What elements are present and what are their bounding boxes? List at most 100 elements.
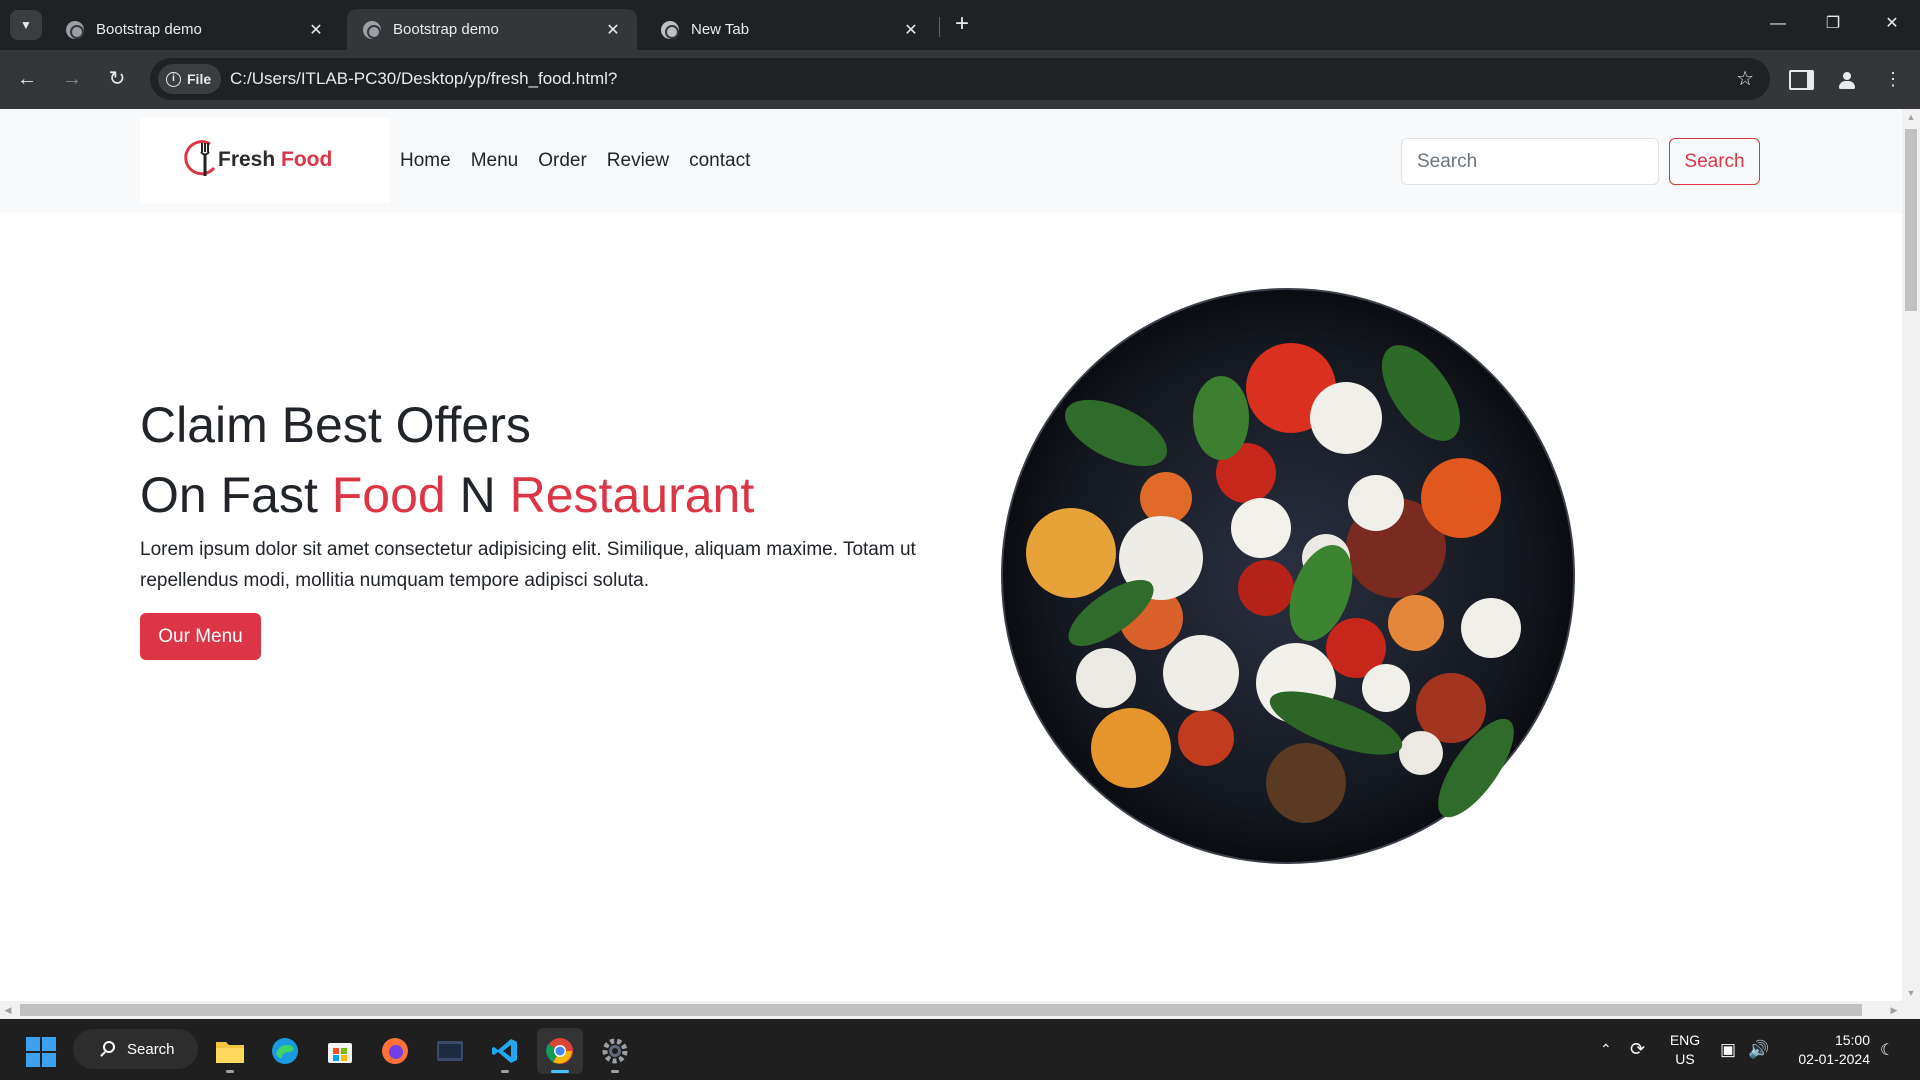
horizontal-scrollbar[interactable]: ◀ ▶ (0, 1001, 1902, 1019)
hero-heading-accent: Food (331, 467, 446, 523)
site-chip-label: File (187, 71, 212, 87)
chevron-up-icon: ⌃ (1600, 1041, 1612, 1057)
profile-icon (1838, 71, 1856, 90)
vscode-app[interactable] (482, 1028, 528, 1074)
globe-icon (66, 20, 84, 39)
gear-icon (602, 1038, 628, 1064)
nav-link-home[interactable]: Home (400, 150, 451, 172)
firefox-icon (382, 1038, 408, 1064)
address-bar[interactable]: i File C:/Users/ITLAB-PC30/Desktop/yp/fr… (150, 58, 1770, 100)
nav-link-menu[interactable]: Menu (471, 150, 519, 172)
tab-divider (939, 17, 940, 37)
vscode-icon (492, 1039, 517, 1063)
input-language[interactable]: ENG US (1668, 1031, 1702, 1069)
settings-app[interactable] (592, 1028, 638, 1074)
scroll-left-arrow-icon[interactable]: ◀ (0, 1001, 16, 1019)
hero-heading-text: N (459, 467, 496, 523)
moon-icon: ☾ (1880, 1041, 1895, 1059)
scroll-up-arrow-icon[interactable]: ▲ (1902, 109, 1920, 125)
page-viewport: Fresh Food Home Menu Order Review contac… (0, 109, 1902, 1001)
reload-button[interactable]: ↻ (100, 62, 134, 96)
hero-heading-accent: Restaurant (509, 467, 755, 523)
search-input[interactable] (1401, 138, 1659, 185)
scroll-right-arrow-icon[interactable]: ▶ (1886, 1001, 1902, 1019)
salad-plate-image (1001, 288, 1575, 864)
side-panel-icon (1789, 69, 1814, 89)
microsoft-store-app[interactable] (317, 1028, 363, 1074)
search-button[interactable]: Search (1669, 138, 1760, 185)
fork-logo-icon (184, 140, 216, 176)
firefox-app[interactable] (372, 1028, 418, 1074)
minimize-button[interactable]: — (1758, 10, 1798, 38)
vertical-scroll-thumb[interactable] (1905, 129, 1917, 311)
site-info-chip[interactable]: i File (158, 64, 222, 94)
taskbar-search-label: Search (127, 1040, 175, 1058)
system-clock[interactable]: 15:00 02-01-2024 (1780, 1031, 1870, 1069)
browser-tab-2[interactable]: Bootstrap demo ✕ (347, 9, 637, 50)
new-tab-button[interactable]: + (948, 11, 976, 39)
horizontal-scroll-thumb[interactable] (20, 1004, 1862, 1016)
close-icon[interactable]: ✕ (306, 20, 326, 40)
network-status[interactable]: ▣ (1720, 1019, 1736, 1080)
hero-heading-text: On Fast (140, 467, 318, 523)
windows-start-icon[interactable] (26, 1037, 56, 1067)
browser-toolbar: ← → ↻ i File C:/Users/ITLAB-PC30/Desktop… (0, 50, 1920, 109)
network-icon: ▣ (1720, 1039, 1737, 1059)
info-icon: i (166, 71, 181, 87)
hero-paragraph: Lorem ipsum dolor sit amet consectetur a… (140, 539, 916, 591)
brand-name-part2: Food (281, 148, 333, 171)
url-text[interactable]: C:/Users/ITLAB-PC30/Desktop/yp/fresh_foo… (230, 58, 617, 100)
clock-time: 15:00 (1834, 1032, 1870, 1048)
close-window-button[interactable]: ✕ (1872, 10, 1912, 38)
store-icon (328, 1043, 352, 1063)
chrome-icon (661, 20, 679, 39)
chrome-app[interactable] (537, 1028, 583, 1074)
scroll-down-arrow-icon[interactable]: ▼ (1902, 985, 1920, 1001)
nav-link-order[interactable]: Order (538, 150, 587, 172)
notifications-button[interactable]: ☾ (1880, 1019, 1894, 1080)
windows-taskbar: Search ⌃ ⟳ ENG US ▣ 🔊 15:00 02-01-2024 ☾ (0, 1019, 1920, 1080)
bookmark-star-icon[interactable]: ☆ (1736, 66, 1754, 92)
taskbar-search[interactable]: Search (73, 1029, 198, 1069)
sync-status[interactable]: ⟳ (1630, 1019, 1645, 1080)
close-icon[interactable]: ✕ (901, 20, 921, 40)
browser-tab-3[interactable]: New Tab ✕ (645, 9, 935, 50)
edge-app[interactable] (262, 1028, 308, 1074)
tab-title: Bootstrap demo (393, 21, 499, 38)
brand-name-part1: Fresh (218, 148, 276, 171)
nav-link-contact[interactable]: contact (689, 150, 750, 172)
folder-icon (216, 1042, 244, 1063)
clock-date: 02-01-2024 (1798, 1051, 1870, 1067)
language-code: ENG (1669, 1032, 1701, 1048)
edge-icon (272, 1038, 298, 1064)
show-hidden-icons[interactable]: ⌃ (1600, 1019, 1612, 1080)
site-navbar: Fresh Food Home Menu Order Review contac… (0, 109, 1902, 213)
vertical-scrollbar[interactable]: ▲ ▼ (1902, 109, 1920, 1001)
hero-heading-line1: Claim Best Offers (140, 397, 531, 453)
menu-kebab-button[interactable]: ⋮ (1876, 62, 1910, 96)
tab-title: New Tab (691, 21, 750, 38)
chrome-icon (546, 1038, 573, 1064)
file-explorer-app[interactable] (207, 1028, 253, 1074)
back-button[interactable]: ← (10, 62, 44, 96)
forward-button[interactable]: → (55, 62, 89, 96)
our-menu-button[interactable]: Our Menu (140, 613, 261, 660)
scroll-corner (1902, 1001, 1920, 1019)
restore-button[interactable]: ❐ (1813, 10, 1853, 38)
search-icon (103, 1041, 115, 1053)
profile-button[interactable] (1830, 62, 1864, 96)
volume-control[interactable]: 🔊 (1748, 1019, 1769, 1080)
tab-title: Bootstrap demo (96, 21, 202, 38)
volume-icon: 🔊 (1748, 1039, 1770, 1059)
hero-heading-line2: On Fast Food N Restaurant (140, 465, 754, 525)
tab-search-button[interactable]: ▼ (10, 10, 42, 40)
close-icon[interactable]: ✕ (603, 20, 623, 40)
brand-logo[interactable]: Fresh Food (140, 118, 390, 203)
side-panel-button[interactable] (1784, 62, 1818, 96)
sync-icon: ⟳ (1630, 1039, 1646, 1059)
nav-link-review[interactable]: Review (607, 150, 669, 172)
browser-tab-1[interactable]: Bootstrap demo ✕ (50, 9, 340, 50)
browser-tab-strip: ▼ Bootstrap demo ✕ Bootstrap demo ✕ New … (0, 0, 1920, 50)
terminal-app[interactable] (427, 1028, 473, 1074)
globe-icon (363, 20, 381, 39)
